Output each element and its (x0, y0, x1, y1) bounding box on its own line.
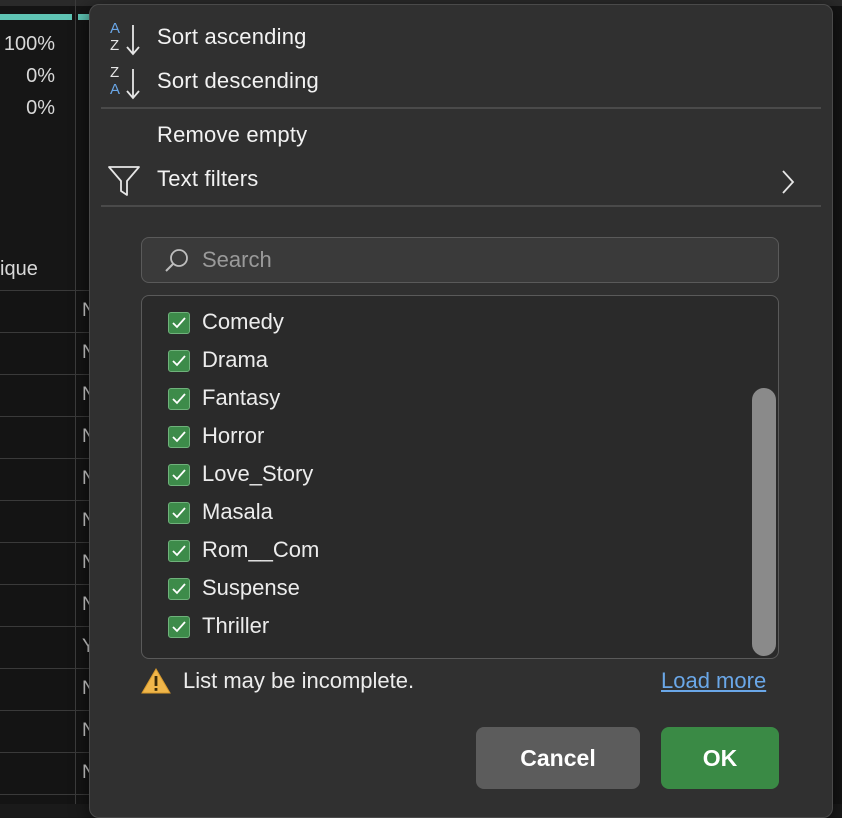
checkmark-icon (172, 507, 186, 519)
incomplete-list-notice: List may be incomplete. Load more (141, 665, 781, 701)
column-label: ique (0, 258, 38, 280)
list-item[interactable]: Masala (142, 496, 742, 534)
list-item[interactable]: Comedy (142, 306, 742, 344)
checkmark-icon (172, 621, 186, 633)
sort-descending-icon: Z A (108, 63, 144, 103)
search-input[interactable] (200, 244, 764, 276)
text-filters-label: Text filters (157, 166, 259, 191)
row-divider (0, 374, 90, 375)
checkbox[interactable] (168, 616, 190, 638)
checkmark-icon (172, 431, 186, 443)
row-divider (0, 752, 90, 753)
search-icon (165, 249, 188, 272)
row-divider (0, 626, 90, 627)
checkbox[interactable] (168, 502, 190, 524)
row-divider (0, 710, 90, 711)
text-filters-item[interactable]: Text filters (90, 159, 832, 201)
list-item[interactable]: Suspense (142, 572, 742, 610)
column-header-area (0, 20, 75, 290)
list-item-label: Thriller (202, 613, 270, 638)
list-item-label: Masala (202, 499, 273, 524)
list-item-label: Rom__Com (202, 537, 320, 562)
row-divider (0, 332, 90, 333)
checkmark-icon (172, 545, 186, 557)
menu-divider (101, 107, 821, 109)
arrow-down-icon (126, 69, 140, 100)
list-item[interactable]: Love_Story (142, 458, 742, 496)
list-item-label: Love_Story (202, 461, 314, 486)
filter-dropdown-panel: A Z Sort ascending Z A Sort descending R… (89, 4, 833, 818)
list-item[interactable]: Drama (142, 344, 742, 382)
list-item[interactable]: Rom__Com (142, 534, 742, 572)
percentage-value: 0% (26, 65, 55, 87)
remove-empty-label: Remove empty (157, 122, 308, 147)
list-scrollbar[interactable] (752, 388, 776, 656)
sort-ascending-label: Sort ascending (157, 24, 307, 49)
list-item-label: Horror (202, 423, 265, 448)
checkmark-icon (172, 317, 186, 329)
sort-descending-item[interactable]: Z A Sort descending (90, 61, 832, 103)
checkbox[interactable] (168, 426, 190, 448)
list-item-label: Drama (202, 347, 269, 372)
checkbox[interactable] (168, 578, 190, 600)
checkbox[interactable] (168, 350, 190, 372)
row-divider (0, 500, 90, 501)
checkbox[interactable] (168, 464, 190, 486)
checkmark-icon (172, 469, 186, 481)
checkmark-icon (172, 393, 186, 405)
checkbox[interactable] (168, 388, 190, 410)
list-item-label: Suspense (202, 575, 300, 600)
warning-icon (141, 668, 171, 694)
list-item[interactable]: Fantasy (142, 382, 742, 420)
checkbox[interactable] (168, 312, 190, 334)
sort-ascending-item[interactable]: A Z Sort ascending (90, 17, 832, 59)
row-divider (0, 290, 90, 291)
checkmark-icon (172, 355, 186, 367)
chevron-right-icon (782, 170, 795, 194)
search-box[interactable] (141, 237, 779, 283)
remove-empty-item[interactable]: Remove empty (90, 115, 832, 157)
sort-ascending-icon: A Z (108, 19, 144, 59)
row-divider (0, 584, 90, 585)
arrow-down-icon (126, 25, 140, 56)
list-item-label: Fantasy (202, 385, 281, 410)
list-item-label: Comedy (202, 309, 284, 334)
list-item[interactable]: Horror (142, 420, 742, 458)
row-divider (0, 794, 90, 795)
ok-button[interactable]: OK (661, 727, 779, 789)
checkmark-icon (172, 583, 186, 595)
percentage-value: 0% (26, 97, 55, 119)
cancel-button[interactable]: Cancel (476, 727, 640, 789)
load-more-link[interactable]: Load more (661, 668, 766, 694)
list-item[interactable]: Thriller (142, 610, 742, 648)
value-list[interactable]: Comedy Drama Fantasy Horror Love_Story M… (141, 295, 779, 659)
row-divider (0, 668, 90, 669)
row-divider (0, 458, 90, 459)
column-divider (75, 0, 76, 804)
row-divider (0, 542, 90, 543)
menu-divider (101, 205, 821, 207)
checkbox[interactable] (168, 540, 190, 562)
sort-descending-label: Sort descending (157, 68, 319, 93)
percentage-value: 100% (3, 33, 55, 55)
row-divider (0, 416, 90, 417)
funnel-icon (108, 166, 140, 196)
warning-text: List may be incomplete. (183, 668, 415, 693)
